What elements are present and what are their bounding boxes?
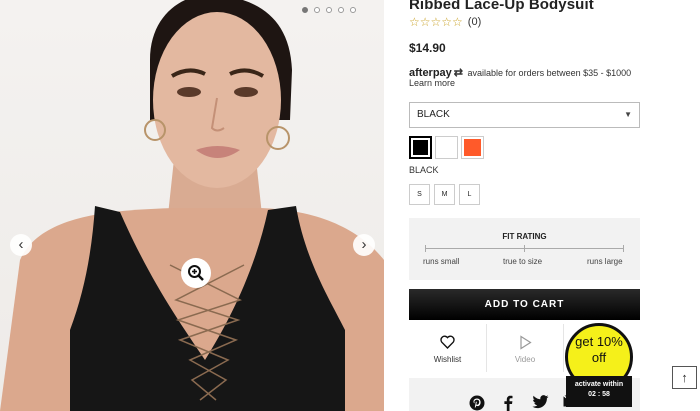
wishlist-button[interactable]: Wishlist bbox=[409, 324, 486, 372]
color-swatches bbox=[409, 136, 484, 159]
rating-stars-icon: ☆☆☆☆☆ bbox=[409, 15, 463, 29]
fit-label-large: runs large bbox=[587, 257, 623, 266]
review-count[interactable]: (0) bbox=[468, 16, 481, 28]
fit-tick bbox=[524, 245, 525, 252]
wishlist-label: Wishlist bbox=[433, 355, 462, 364]
twitter-icon[interactable] bbox=[532, 395, 549, 409]
promo-line2: off bbox=[591, 350, 607, 365]
facebook-icon[interactable] bbox=[503, 395, 513, 411]
heart-icon bbox=[440, 335, 455, 349]
afterpay-text: available for orders between $35 - $1000 bbox=[467, 68, 632, 78]
product-photo bbox=[0, 0, 384, 411]
swatch-fill bbox=[413, 140, 428, 155]
fit-rating-scale bbox=[425, 245, 624, 252]
size-m-button[interactable]: M bbox=[434, 184, 455, 205]
swatch-white[interactable] bbox=[435, 136, 458, 159]
product-image-gallery[interactable]: ‹ › bbox=[0, 0, 384, 411]
swatch-orange[interactable] bbox=[461, 136, 484, 159]
play-icon bbox=[520, 335, 532, 350]
gallery-prev-button[interactable]: ‹ bbox=[10, 234, 32, 256]
pinterest-icon[interactable] bbox=[469, 395, 485, 411]
size-s-button[interactable]: S bbox=[409, 184, 430, 205]
fit-tick bbox=[425, 245, 426, 252]
size-options: S M L bbox=[409, 184, 480, 205]
swatch-fill bbox=[438, 139, 455, 156]
gallery-dot[interactable] bbox=[338, 7, 344, 13]
add-to-cart-button[interactable]: ADD TO CART bbox=[409, 289, 640, 320]
size-l-button[interactable]: L bbox=[459, 184, 480, 205]
color-select[interactable]: BLACK ▼ bbox=[409, 102, 640, 128]
fit-rating-panel: FIT RATING runs small true to size runs … bbox=[409, 218, 640, 280]
fit-rating-title: FIT RATING bbox=[502, 232, 547, 241]
swatch-fill bbox=[464, 139, 481, 156]
product-title: Ribbed Lace-Up Bodysuit bbox=[409, 0, 594, 13]
product-price: $14.90 bbox=[409, 41, 446, 55]
gallery-dot[interactable] bbox=[314, 7, 320, 13]
chevron-down-icon: ▼ bbox=[624, 110, 632, 119]
fit-label-small: runs small bbox=[423, 257, 460, 266]
afterpay-learn-more-link[interactable]: Learn more bbox=[409, 78, 455, 88]
gallery-dot[interactable] bbox=[350, 7, 356, 13]
back-to-top-button[interactable]: ↑ bbox=[672, 366, 697, 389]
promo-line1: get 10% bbox=[575, 334, 623, 349]
gallery-dot[interactable] bbox=[302, 7, 308, 13]
fit-label-true: true to size bbox=[503, 257, 543, 266]
promo-countdown: 02 : 58 bbox=[588, 391, 610, 398]
zoom-in-icon[interactable] bbox=[181, 258, 211, 288]
swatch-black[interactable] bbox=[409, 136, 432, 159]
promo-activate-text: activate within bbox=[574, 381, 624, 388]
fit-tick bbox=[623, 245, 624, 252]
video-button[interactable]: Video bbox=[486, 324, 563, 372]
video-label: Video bbox=[514, 355, 536, 364]
gallery-dot[interactable] bbox=[326, 7, 332, 13]
afterpay-arrows-icon: ⇄ bbox=[453, 67, 464, 79]
gallery-next-button[interactable]: › bbox=[353, 234, 375, 256]
selected-color-label: BLACK bbox=[409, 165, 439, 175]
color-select-value: BLACK bbox=[417, 109, 450, 120]
gallery-pagination bbox=[302, 7, 356, 13]
product-page: ‹ › Ribbed Lace-Up Bodysuit ☆☆☆☆☆ (0) $1… bbox=[0, 0, 700, 411]
product-rating[interactable]: ☆☆☆☆☆ (0) bbox=[409, 15, 481, 29]
promo-timer[interactable]: activate within 02 : 58 bbox=[566, 376, 632, 407]
